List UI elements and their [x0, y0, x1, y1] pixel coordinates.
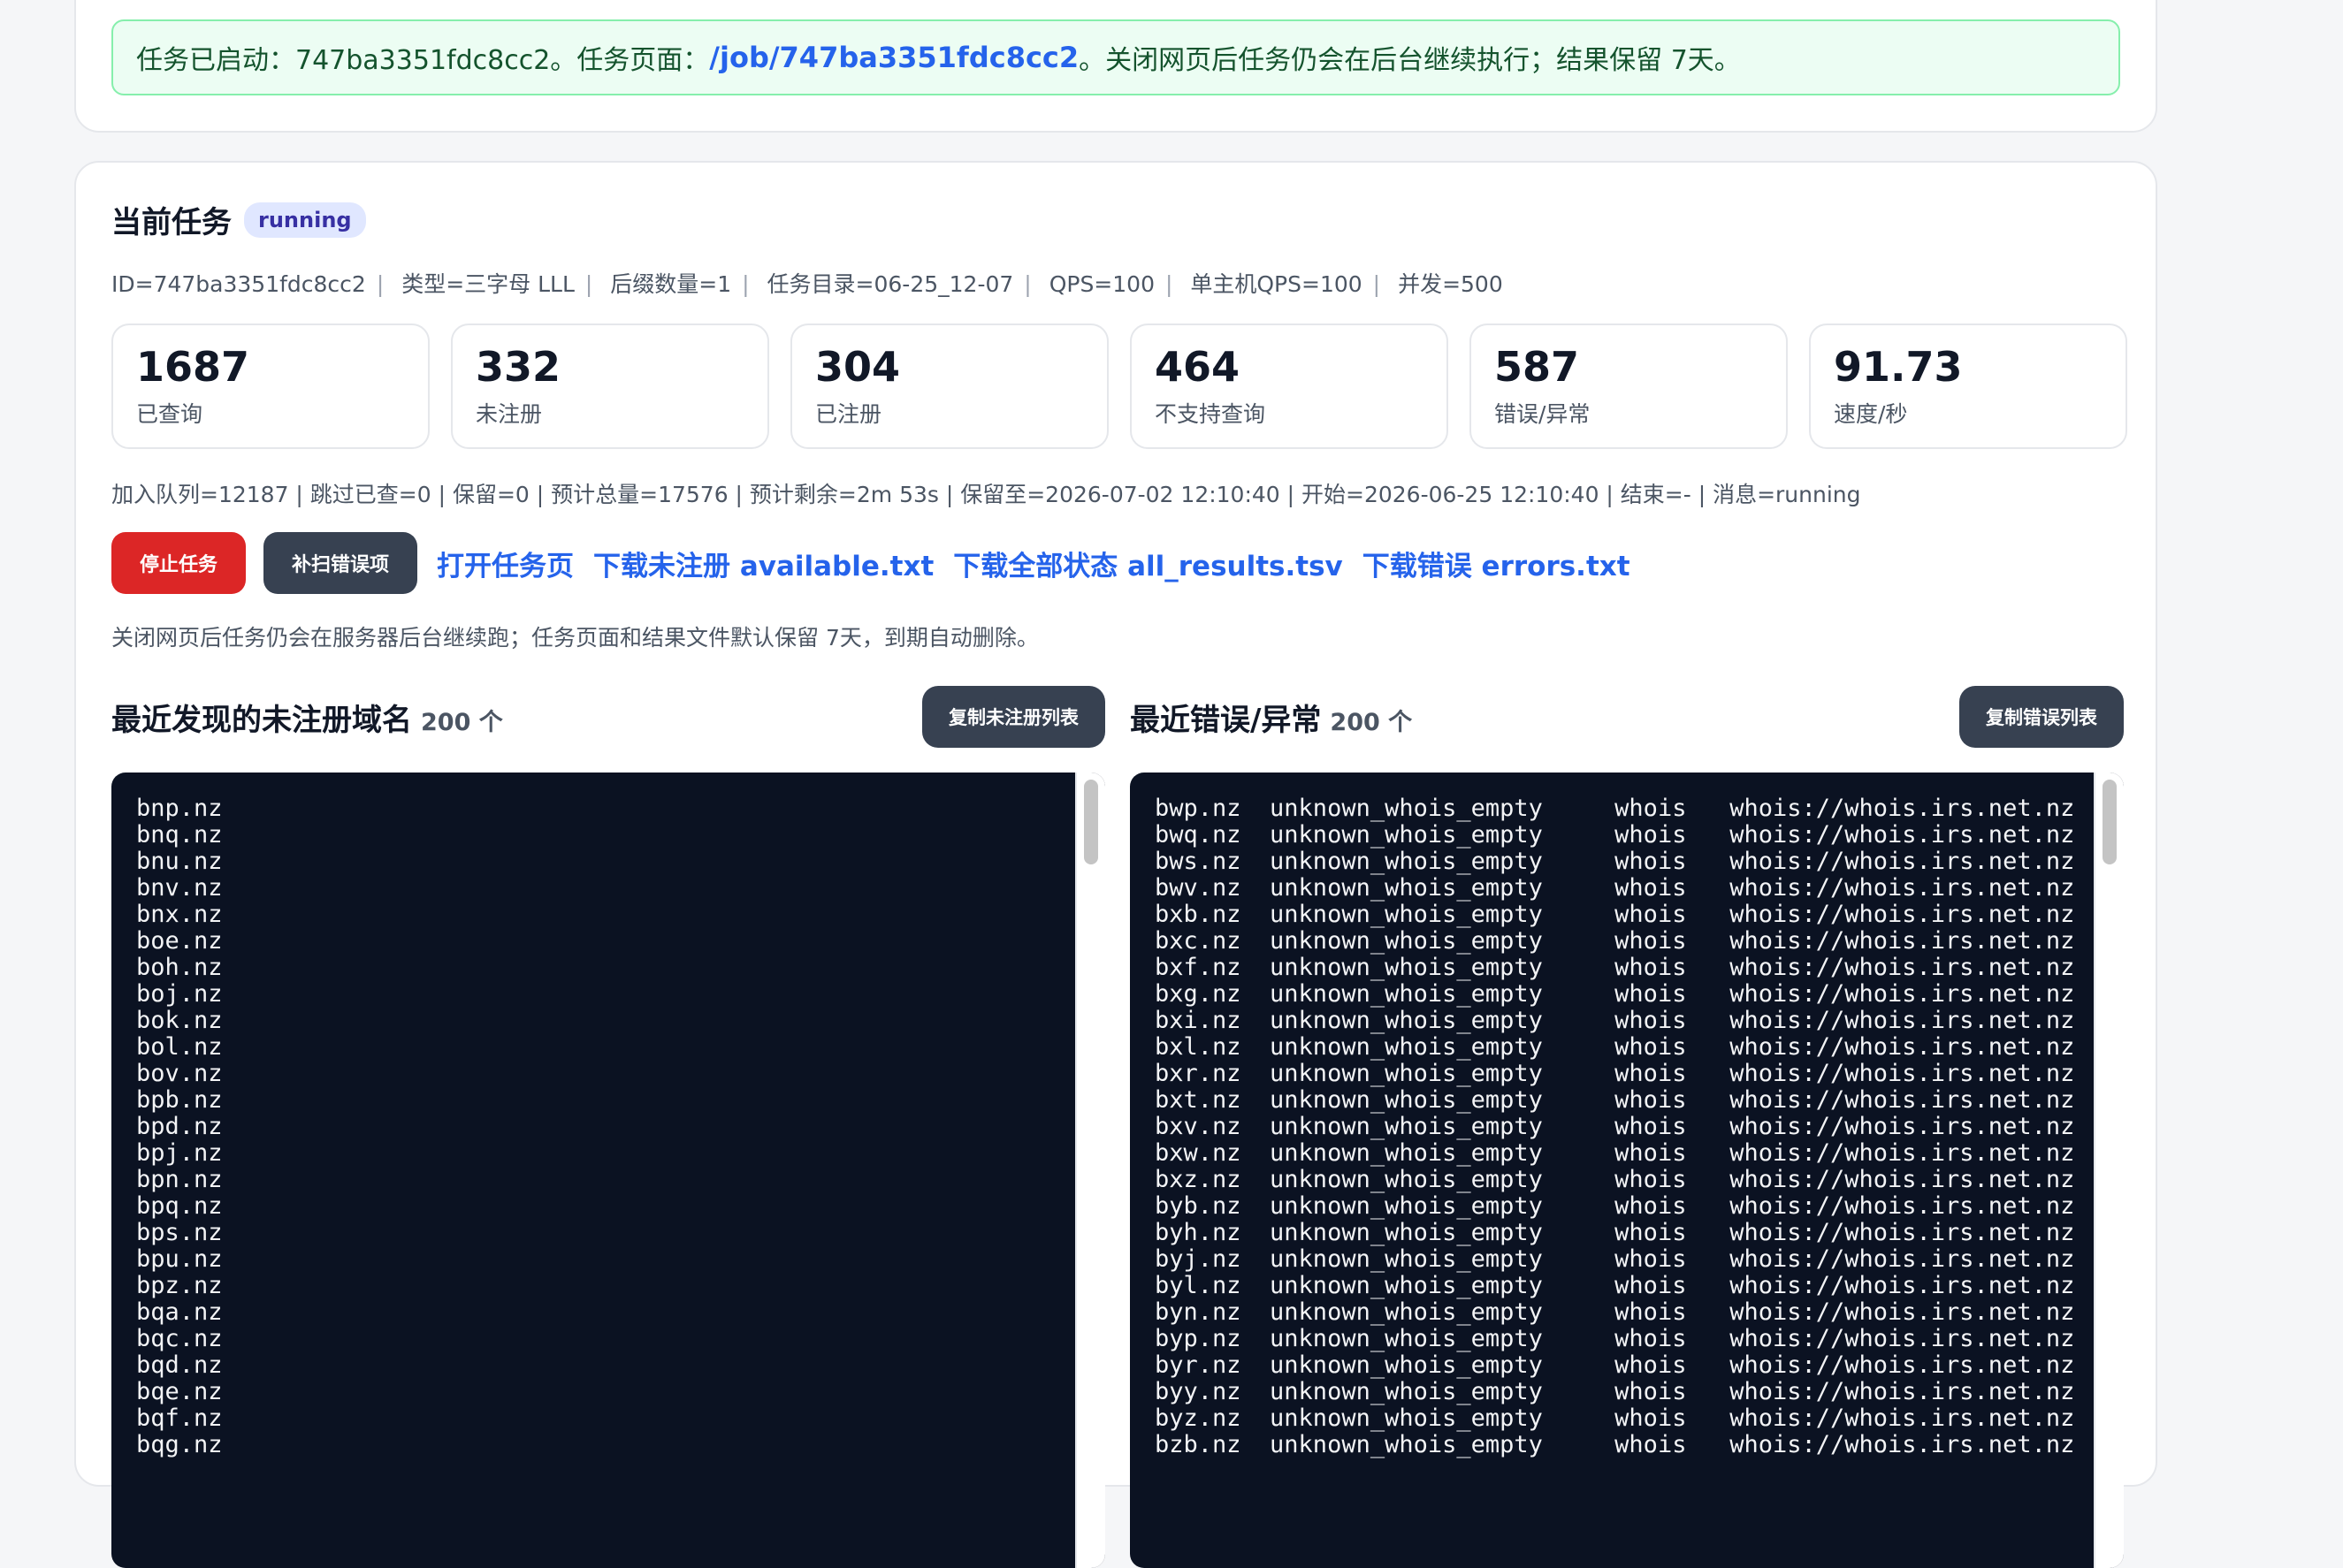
stat-label: 速度/秒 [1834, 400, 1908, 427]
progress-details: 加入队列=12187 | 跳过已查=0 | 保留=0 | 预计总量=17576 … [111, 482, 1861, 507]
meta-separator: | [1372, 271, 1381, 297]
available-domains-list: bnp.nz bnq.nz bnu.nz bnv.nz bnx.nz boe.n… [136, 795, 223, 1458]
action-bar: 停止任务 补扫错误项 打开任务页 下载未注册 available.txt 下载全… [111, 532, 1630, 594]
meta-separator: | [376, 271, 385, 297]
errors-list: bwp.nz unknown_whois_empty whois whois:/… [1155, 795, 2075, 1458]
stats-row: 1687 已查询 332 未注册 304 已注册 464 不支持查询 587 错… [111, 323, 2127, 449]
stat-value: 1687 [136, 343, 250, 391]
meta-separator: | [1164, 271, 1173, 297]
available-scroll-thumb[interactable] [1084, 780, 1098, 864]
task-meta: ID=747ba3351fdc8cc2 | 类型=三字母 LLL | 后缀数量=1 |… [111, 267, 1503, 299]
alert-prefix: 任务已启动：747ba3351fdc8cc2。任务页面： [136, 45, 710, 76]
error-count: 200 个 [1330, 708, 1413, 736]
available-domains-console[interactable]: bnp.nz bnq.nz bnu.nz bnv.nz bnx.nz boe.n… [111, 773, 1105, 1568]
stat-registered: 304 已注册 [790, 323, 1109, 449]
stat-label: 已查询 [136, 400, 203, 427]
available-count: 200 个 [421, 708, 503, 736]
alert-suffix: 。关闭网页后任务仍会在后台继续执行；结果保留 7天。 [1079, 45, 1741, 76]
available-panel-title: 最近发现的未注册域名 [111, 702, 412, 738]
meta-qps: QPS=100 [1049, 271, 1155, 297]
stat-queried: 1687 已查询 [111, 323, 430, 449]
current-task-card: 当前任务 running ID=747ba3351fdc8cc2 | 类型=三字母… [74, 161, 2157, 1568]
rescan-errors-button[interactable]: 补扫错误项 [263, 532, 418, 594]
stat-label: 不支持查询 [1155, 400, 1266, 427]
stop-task-button[interactable]: 停止任务 [111, 532, 247, 594]
meta-separator: | [584, 271, 593, 297]
errors-scroll-thumb[interactable] [2103, 780, 2117, 864]
meta-separator: | [742, 271, 750, 297]
download-all-results-link[interactable]: 下载全部状态 all_results.tsv [953, 544, 1342, 583]
error-panel-title: 最近错误/异常 [1130, 702, 1322, 738]
stat-value: 91.73 [1834, 343, 1963, 391]
stat-errors: 587 错误/异常 [1469, 323, 1788, 449]
meta-task-dir: 任务目录=06-25_12-07 [767, 271, 1014, 297]
stat-value: 332 [476, 343, 561, 391]
errors-scrollbar[interactable] [2094, 773, 2124, 1568]
banner-card: 任务已启动：747ba3351fdc8cc2。任务页面： /job/747ba3… [74, 0, 2157, 133]
status-badge: running [244, 202, 366, 238]
retention-note: 关闭网页后任务仍会在服务器后台继续跑；任务页面和结果文件默认保留 7天，到期自动… [111, 625, 1039, 651]
copy-available-button[interactable]: 复制未注册列表 [922, 686, 1105, 748]
open-task-page-link[interactable]: 打开任务页 [437, 544, 574, 583]
download-available-link[interactable]: 下载未注册 available.txt [593, 544, 934, 583]
meta-type: 类型=三字母 LLL [401, 271, 575, 297]
meta-separator: | [1024, 271, 1032, 297]
available-panel-title-group: 最近发现的未注册域名 200 个 [111, 696, 503, 739]
stat-speed: 91.73 速度/秒 [1809, 323, 2127, 449]
available-panel-header: 最近发现的未注册域名 200 个 复制未注册列表 [111, 686, 1105, 748]
stat-value: 587 [1494, 343, 1580, 391]
task-header: 当前任务 running [111, 198, 366, 241]
stat-label: 已注册 [815, 400, 882, 427]
meta-id: ID=747ba3351fdc8cc2 [111, 271, 366, 297]
stat-value: 304 [815, 343, 901, 391]
error-panel-title-group: 最近错误/异常 200 个 [1130, 696, 1412, 739]
error-panel-header: 最近错误/异常 200 个 复制错误列表 [1130, 686, 2124, 748]
download-errors-link[interactable]: 下载错误 errors.txt [1362, 544, 1630, 583]
stat-label: 错误/异常 [1494, 400, 1591, 427]
stat-unsupported: 464 不支持查询 [1130, 323, 1448, 449]
meta-suffix-count: 后缀数量=1 [610, 271, 732, 297]
job-page-link[interactable]: /job/747ba3351fdc8cc2 [709, 41, 1079, 74]
stat-available: 332 未注册 [451, 323, 769, 449]
stat-label: 未注册 [476, 400, 543, 427]
stat-value: 464 [1155, 343, 1240, 391]
meta-concurrency: 并发=500 [1398, 271, 1503, 297]
available-scrollbar[interactable] [1075, 773, 1105, 1568]
task-started-alert: 任务已启动：747ba3351fdc8cc2。任务页面： /job/747ba3… [111, 19, 2120, 95]
errors-console[interactable]: bwp.nz unknown_whois_empty whois whois:/… [1130, 773, 2124, 1568]
copy-errors-button[interactable]: 复制错误列表 [1959, 686, 2124, 748]
meta-host-qps: 单主机QPS=100 [1190, 271, 1362, 297]
page-title: 当前任务 [111, 205, 232, 240]
